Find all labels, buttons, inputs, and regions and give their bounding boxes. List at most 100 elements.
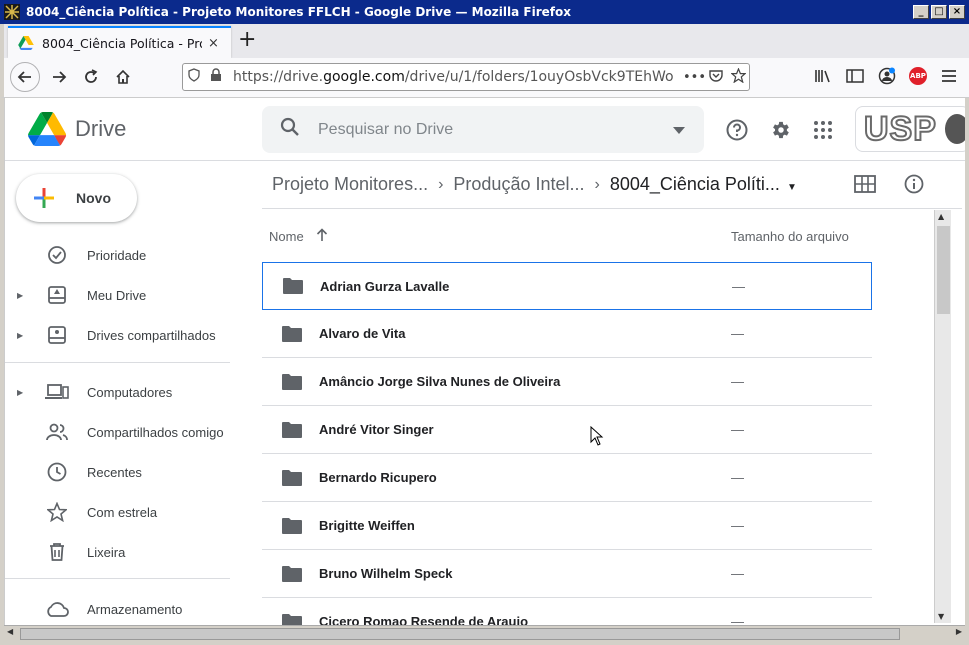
horizontal-scrollbar-thumb[interactable] (20, 628, 900, 640)
table-row[interactable]: André Vitor Singer — (262, 406, 872, 454)
sidebar-item-starred[interactable]: Com estrela (5, 496, 235, 528)
file-size: — (732, 278, 745, 294)
url-text[interactable]: https://drive.google.com/drive/u/1/folde… (233, 69, 683, 85)
drive-logo[interactable]: Drive (27, 112, 126, 146)
maximize-button[interactable]: □ (931, 5, 947, 19)
search-box[interactable] (262, 106, 704, 153)
sidebar-item-storage[interactable]: Armazenamento (5, 593, 235, 625)
lock-icon[interactable] (205, 68, 227, 86)
scroll-right-arrow-icon[interactable]: ▶ (956, 627, 962, 636)
grid-view-icon[interactable] (854, 175, 876, 198)
avatar[interactable] (944, 114, 965, 144)
folder-icon (280, 370, 304, 394)
breadcrumb-current-folder[interactable]: 8004_Ciência Políti... ▼ (600, 174, 807, 195)
trash-icon (45, 540, 69, 564)
column-size-header[interactable]: Tamanho do arquivo (731, 229, 849, 244)
account-switcher[interactable]: USP (855, 106, 965, 152)
table-row[interactable]: Amâncio Jorge Silva Nunes de Oliveira — (262, 358, 872, 406)
expand-caret-icon[interactable]: ▶ (17, 388, 31, 397)
pocket-icon[interactable] (705, 69, 727, 86)
sidebar-item-priority[interactable]: Prioridade (5, 239, 235, 271)
sidebar-item-trash[interactable]: Lixeira (5, 536, 235, 568)
sidebar-item-label: Armazenamento (87, 601, 183, 617)
window-app-icon (4, 4, 20, 20)
drive-favicon-icon (18, 36, 34, 50)
new-button[interactable]: Novo (16, 174, 137, 222)
search-input[interactable] (318, 120, 654, 139)
file-name: Cicero Romao Resende de Araujo (319, 614, 529, 625)
sidebar-item-shared-drives[interactable]: ▶ Drives compartilhados (5, 319, 235, 351)
page-actions-icon[interactable]: ••• (683, 70, 706, 85)
scroll-down-arrow-icon[interactable]: ▼ (938, 612, 944, 621)
expand-caret-icon[interactable]: ▶ (17, 291, 31, 300)
plus-icon (34, 188, 54, 208)
breadcrumb-item[interactable]: Projeto Monitores... (262, 174, 438, 195)
breadcrumb: Projeto Monitores... › Produção Intel...… (262, 161, 962, 209)
sidebar-toggle-icon[interactable] (845, 66, 865, 86)
new-button-label: Novo (76, 190, 111, 206)
expand-caret-icon[interactable]: ▶ (17, 331, 31, 340)
search-options-icon[interactable] (654, 123, 704, 137)
file-size: — (731, 326, 744, 341)
file-list-scrollbar[interactable]: ▲ ▼ (934, 210, 951, 623)
info-icon[interactable] (904, 174, 924, 199)
tab-bar: 8004_Ciência Política - Proj × + (0, 24, 969, 58)
search-icon[interactable] (280, 117, 304, 142)
account-icon[interactable] (877, 66, 897, 86)
window-horizontal-scrollbar[interactable]: ◀ ▶ (4, 625, 965, 641)
file-size: — (731, 470, 744, 485)
scroll-left-arrow-icon[interactable]: ◀ (7, 627, 13, 636)
drive-logo-icon (28, 112, 67, 146)
sidebar-item-shared-with-me[interactable]: Compartilhados comigo (5, 416, 235, 448)
tab-close-icon[interactable]: × (208, 36, 219, 51)
breadcrumb-current-label: 8004_Ciência Políti... (609, 174, 780, 194)
sidebar-item-label: Meu Drive (87, 287, 147, 303)
table-row[interactable]: Adrian Gurza Lavalle — (262, 262, 872, 310)
breadcrumb-item[interactable]: Produção Intel... (443, 174, 594, 195)
url-bar[interactable]: https://drive.google.com/drive/u/1/folde… (182, 63, 750, 91)
column-name-header[interactable]: Nome (269, 229, 304, 244)
forward-button[interactable] (44, 62, 74, 92)
priority-icon (45, 243, 69, 267)
settings-gear-icon[interactable] (769, 118, 793, 142)
home-button[interactable] (108, 62, 138, 92)
apps-grid-icon[interactable] (811, 118, 835, 142)
window-controls: _ □ × (913, 5, 965, 19)
back-button[interactable] (10, 62, 40, 92)
menu-hamburger-icon[interactable] (939, 66, 959, 86)
table-row[interactable]: Bruno Wilhelm Speck — (262, 550, 872, 598)
file-size: — (731, 374, 744, 389)
folder-icon (280, 322, 304, 346)
table-row[interactable]: Brigitte Weiffen — (262, 502, 872, 550)
shared-drives-icon (45, 323, 69, 347)
tracking-shield-icon[interactable] (183, 68, 205, 86)
sidebar-item-computers[interactable]: ▶ Computadores (5, 376, 235, 408)
usp-logo: USP (863, 109, 937, 149)
scrollbar-thumb[interactable] (937, 226, 950, 314)
window-frame-right (965, 24, 969, 645)
adblock-plus-icon[interactable]: ABP (909, 67, 927, 85)
minimize-button[interactable]: _ (913, 5, 929, 19)
clock-icon (45, 460, 69, 484)
new-tab-button[interactable]: + (238, 29, 256, 51)
file-name: Amâncio Jorge Silva Nunes de Oliveira (319, 374, 561, 389)
sidebar-item-recent[interactable]: Recentes (5, 456, 235, 488)
table-row[interactable]: Alvaro de Vita — (262, 310, 872, 358)
scroll-up-arrow-icon[interactable]: ▲ (938, 212, 944, 221)
library-icon[interactable] (813, 66, 833, 86)
help-icon[interactable] (725, 118, 749, 142)
file-size: — (731, 566, 744, 581)
sidebar-item-my-drive[interactable]: ▶ Meu Drive (5, 279, 235, 311)
folder-icon (280, 418, 304, 442)
bookmark-star-icon[interactable] (727, 66, 749, 87)
browser-tab[interactable]: 8004_Ciência Política - Proj × (8, 26, 231, 58)
window-frame-bottom (0, 641, 969, 645)
table-row[interactable]: Cicero Romao Resende de Araujo — (262, 598, 872, 625)
close-window-button[interactable]: × (949, 5, 965, 19)
file-name: Bruno Wilhelm Speck (319, 566, 453, 581)
table-row[interactable]: Bernardo Ricupero — (262, 454, 872, 502)
sidebar-divider (5, 362, 230, 363)
reload-button[interactable] (76, 62, 106, 92)
sort-ascending-icon[interactable] (316, 227, 328, 245)
folder-menu-dropdown-icon[interactable]: ▼ (787, 182, 797, 193)
